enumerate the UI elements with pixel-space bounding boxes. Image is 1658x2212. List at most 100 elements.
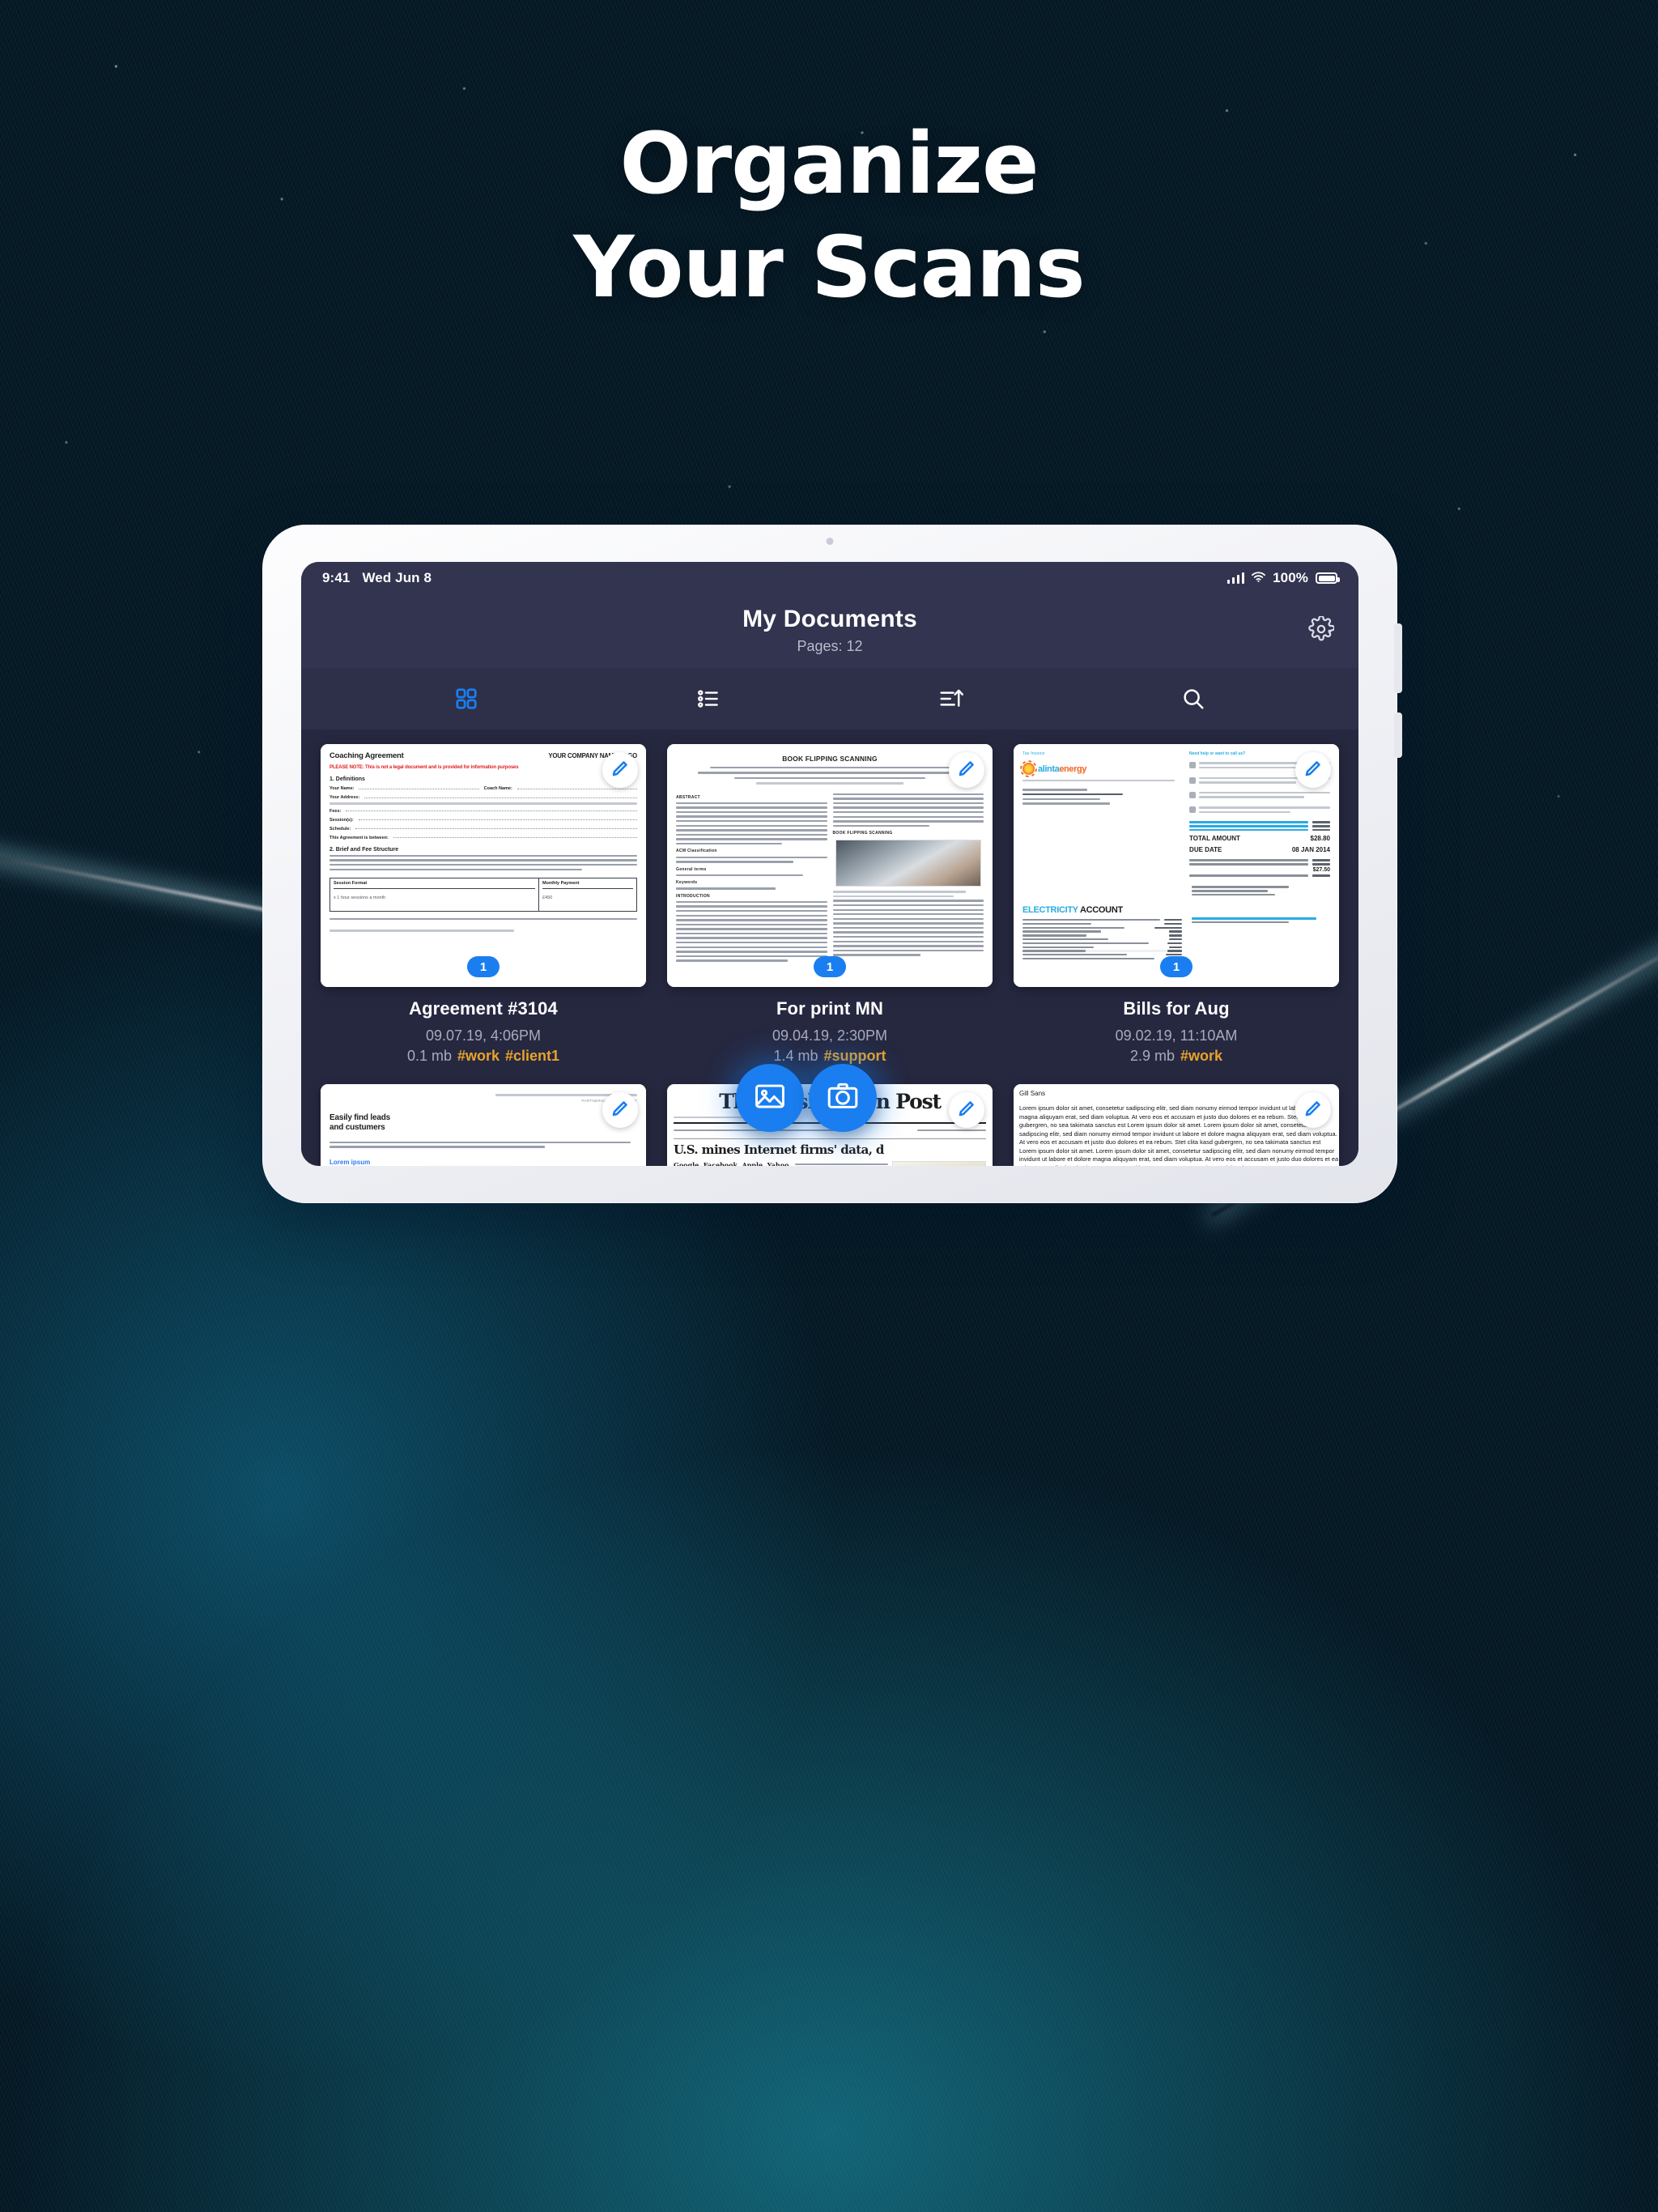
grid-icon [454,687,478,711]
page-subtitle: Pages: 12 [797,638,863,654]
camera-icon [826,1079,860,1117]
app-header: My Documents Pages: 12 [301,594,1358,668]
page-count-badge: 1 [814,956,846,977]
document-size-and-tags: 2.9 mb #work [1017,1048,1336,1065]
preview-section-1: 1. Definitions [329,776,365,782]
pencil-icon [1303,759,1323,782]
cellular-bars-icon [1226,572,1245,584]
document-card[interactable]: BOOK FLIPPING SCANNING ABSTRACT ACM Clas… [667,744,993,1079]
document-size-and-tags: 0.1 mb #work #client1 [324,1048,643,1065]
headline-line-1: Organize [619,114,1039,213]
document-tag[interactable]: #client1 [505,1048,559,1064]
preview-field-label: Coach Name: [483,786,512,791]
edit-document-button[interactable] [1295,752,1331,788]
volume-down-button[interactable] [1394,713,1402,758]
sort-ascending-icon [938,687,964,711]
status-bar-right: 100% [1226,570,1340,586]
preview-section: ELECTRICITY ACCOUNT [1022,905,1123,916]
preview-total-label: TOTAL AMOUNT [1189,835,1240,843]
preview-academic-paper: BOOK FLIPPING SCANNING ABSTRACT ACM Clas… [667,744,993,987]
preview-label: Gill Sans [1019,1090,1046,1097]
import-from-gallery-button[interactable] [736,1064,804,1132]
edit-document-button[interactable] [949,752,984,788]
preview-field-label: This Agreement is between: [329,835,389,840]
document-tag[interactable]: #work [457,1048,500,1064]
preview-brand: alintaenergy [1038,764,1087,774]
document-thumbnail[interactable]: Tax Invoice alintaenergy Need help or wa… [1014,744,1339,987]
list-icon [696,687,721,711]
toolbar-item-grid-view[interactable] [345,668,588,730]
status-time: 9:41 [322,570,351,585]
document-thumbnail[interactable]: PARTNERSHIP AGREEMENT Easily find leadsa… [321,1084,646,1166]
toolbar-item-sort[interactable] [830,668,1073,730]
edit-document-button[interactable] [1295,1092,1331,1128]
preview-body: Lorem ipsum dolor sit amet, consetetur s… [1019,1104,1339,1166]
pencil-icon [1303,1099,1323,1122]
preview-section: BOOK FLIPPING SCANNING [832,831,893,836]
volume-up-button[interactable] [1394,623,1402,693]
documents-row: Coaching Agreement YOUR COMPANY NAME/LOG… [321,744,1339,1079]
document-card[interactable]: Coaching Agreement YOUR COMPANY NAME/LOG… [321,744,646,1079]
document-meta: Bills for Aug 09.02.19, 11:10AM 2.9 mb #w… [1014,987,1339,1079]
document-size: 0.1 mb [406,1048,452,1064]
edit-document-button[interactable] [949,1092,984,1128]
edit-document-button[interactable] [602,1092,638,1128]
preview-figure-image [835,840,981,887]
document-date: 09.07.19, 4:06PM [425,1027,542,1044]
preview-section: INTRODUCTION [676,893,710,899]
documents-grid[interactable]: Coaching Agreement YOUR COMPANY NAME/LOG… [301,730,1358,1166]
edit-document-button[interactable] [602,752,638,788]
preview-due-label: DUE DATE [1189,846,1222,854]
settings-button[interactable] [1305,615,1337,648]
preview-total-value: $28.80 [1310,835,1330,843]
pencil-icon [957,1099,976,1122]
preview-headline: U.S. mines Internet firms' data, d [674,1142,884,1157]
preview-title: BOOK FLIPPING SCANNING [782,755,878,763]
document-card[interactable]: Tax Invoice alintaenergy Need help or wa… [1014,744,1339,1079]
preview-field-label: Your Address: [329,795,360,800]
document-name: For print MN [776,998,883,1019]
document-tag[interactable]: #work [1180,1048,1222,1064]
page-count-badge: 1 [1160,956,1192,977]
battery-icon [1316,572,1340,584]
preview-table-cell: £450 [542,895,553,900]
preview-field-label: Your Name: [329,786,355,791]
document-card[interactable]: Gill Sans Lorem ipsum dolor sit amet, co… [1014,1084,1339,1166]
preview-section: ABSTRACT [676,794,700,800]
preview-subtitle: Lorem ipsum [329,1158,371,1166]
wifi-icon [1252,570,1266,586]
preview-field-label: Schedule: [329,826,351,832]
image-icon [753,1079,787,1117]
document-card[interactable]: PARTNERSHIP AGREEMENT Easily find leadsa… [321,1084,646,1166]
document-thumbnail[interactable]: Coaching Agreement YOUR COMPANY NAME/LOG… [321,744,646,987]
preview-section: ACM Classification [676,849,717,854]
toolbar-item-list-view[interactable] [588,668,831,730]
preview-coaching-agreement: Coaching Agreement YOUR COMPANY NAME/LOG… [321,744,646,987]
pencil-icon [610,759,630,782]
scan-with-camera-button[interactable] [809,1064,877,1132]
front-camera-icon [826,538,834,545]
preview-table-cell: x 1 hour sessions a month [334,895,386,900]
document-date: 09.04.19, 2:30PM [772,1027,888,1044]
document-date: 09.02.19, 11:10AM [1115,1027,1238,1044]
document-size-and-tags: 1.4 mb #support [670,1048,989,1065]
document-name: Bills for Aug [1123,998,1230,1019]
toolbar-item-search[interactable] [1073,668,1316,730]
tablet-screen: 9:41 Wed Jun 8 100% My Documents Pages: … [301,562,1358,1166]
gear-icon [1308,615,1336,646]
preview-energy-bill: Tax Invoice alintaenergy Need help or wa… [1014,744,1339,987]
document-meta: Agreement #3104 09.07.19, 4:06PM 0.1 mb #… [321,987,646,1079]
background-glow-bottom [0,1437,1658,2212]
preview-field-label: Session(s): [329,817,354,823]
page-count-badge: 1 [467,956,500,977]
battery-percent-label: 100% [1273,570,1308,585]
status-bar: 9:41 Wed Jun 8 100% [301,562,1358,594]
preview-marketing-page: PARTNERSHIP AGREEMENT Easily find leadsa… [321,1084,646,1166]
document-tag[interactable]: #support [824,1048,886,1064]
headline-line-2: Your Scans [573,218,1085,317]
preview-due-value: 08 JAN 2014 [1291,846,1330,854]
preview-deck: Google, Facebook, Apple, Yahoo denygivin… [674,1160,789,1166]
document-thumbnail[interactable]: BOOK FLIPPING SCANNING ABSTRACT ACM Clas… [667,744,993,987]
document-thumbnail[interactable]: Gill Sans Lorem ipsum dolor sit amet, co… [1014,1084,1339,1166]
promo-headline: Organize Your Scans [0,121,1658,309]
